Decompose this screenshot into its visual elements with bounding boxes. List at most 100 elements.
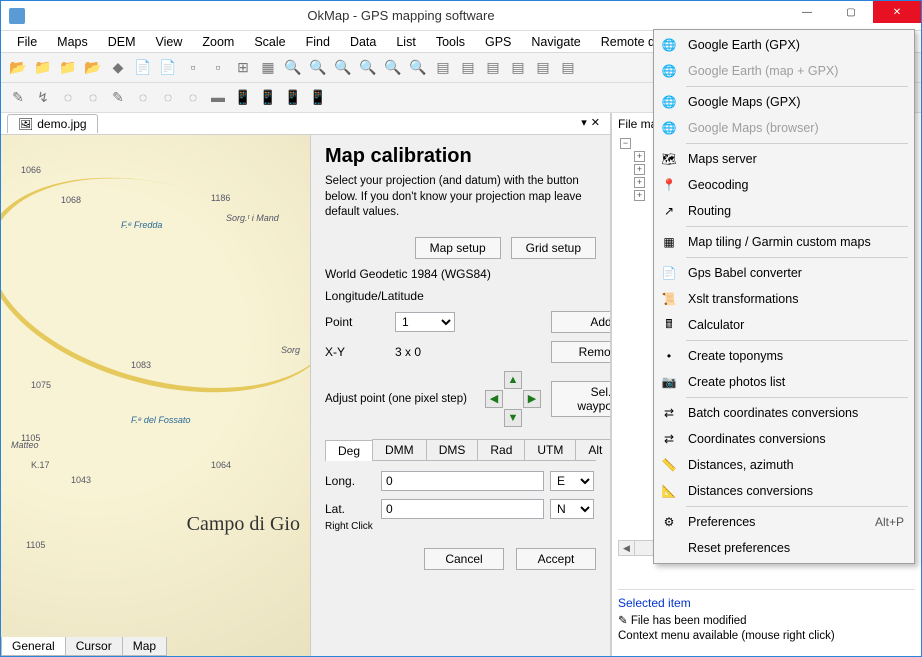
toolbar-icon[interactable]: 📱 — [232, 86, 254, 108]
utilities-item-coordinates-conversions[interactable]: ⇄Coordinates conversions — [656, 426, 912, 452]
toolbar-icon[interactable]: 🔍 — [382, 56, 404, 78]
accept-button[interactable]: Accept — [516, 548, 596, 570]
units-tab-dms[interactable]: DMS — [426, 439, 479, 460]
maximize-button[interactable]: ▢ — [829, 1, 873, 23]
toolbar-icon[interactable]: ▫ — [182, 56, 204, 78]
utilities-item-distances-conversions[interactable]: 📐Distances conversions — [656, 478, 912, 504]
tree-expand-icon[interactable]: + — [634, 164, 645, 175]
close-button[interactable]: ✕ — [873, 1, 921, 23]
toolbar-icon[interactable]: ▦ — [257, 56, 279, 78]
toolbar-icon[interactable]: ✎ — [107, 86, 129, 108]
menu-view[interactable]: View — [146, 33, 193, 51]
toolbar-icon[interactable]: ▬ — [207, 86, 229, 108]
utilities-item-xslt-transformations[interactable]: 📜Xslt transformations — [656, 286, 912, 312]
menu-dem[interactable]: DEM — [98, 33, 146, 51]
units-tab-utm[interactable]: UTM — [524, 439, 576, 460]
toolbar-icon[interactable]: ⊞ — [232, 56, 254, 78]
utilities-item-create-photos-list[interactable]: 📷Create photos list — [656, 369, 912, 395]
arrow-left-icon[interactable]: ◀ — [485, 390, 503, 408]
toolbar-icon[interactable]: 📱 — [282, 86, 304, 108]
arrow-up-icon[interactable]: ▲ — [504, 371, 522, 389]
menu-maps[interactable]: Maps — [47, 33, 98, 51]
menu-find[interactable]: Find — [296, 33, 340, 51]
utilities-item-batch-coordinates-conversions[interactable]: ⇄Batch coordinates conversions — [656, 400, 912, 426]
menu-tools[interactable]: Tools — [426, 33, 475, 51]
arrow-down-icon[interactable]: ▼ — [504, 409, 522, 427]
tree-expand-icon[interactable]: + — [634, 151, 645, 162]
toolbar-icon[interactable]: 🔍 — [307, 56, 329, 78]
toolbar-icon[interactable]: 📁 — [57, 56, 79, 78]
toolbar-icon[interactable]: ◌ — [82, 86, 104, 108]
menu-zoom[interactable]: Zoom — [192, 33, 244, 51]
utilities-item-reset-preferences[interactable]: Reset preferences — [656, 535, 912, 561]
bottom-tab-map[interactable]: Map — [122, 637, 167, 656]
menu-file[interactable]: File — [7, 33, 47, 51]
toolbar-icon[interactable]: ◌ — [157, 86, 179, 108]
toolbar-icon[interactable]: 📁 — [32, 56, 54, 78]
menu-list[interactable]: List — [386, 33, 425, 51]
toolbar-icon[interactable]: 📱 — [307, 86, 329, 108]
menu-gps[interactable]: GPS — [475, 33, 521, 51]
sel-waypoint-button[interactable]: Sel. waypoint — [551, 381, 610, 417]
grid-setup-button[interactable]: Grid setup — [511, 237, 596, 259]
bottom-tab-cursor[interactable]: Cursor — [65, 637, 123, 656]
toolbar-icon[interactable]: ◆ — [107, 56, 129, 78]
toolbar-icon[interactable]: 🔍 — [357, 56, 379, 78]
toolbar-icon[interactable]: ▤ — [532, 56, 554, 78]
lat-input[interactable] — [381, 499, 544, 519]
utilities-item-gps-babel-converter[interactable]: 📄Gps Babel converter — [656, 260, 912, 286]
toolbar-icon[interactable]: 🔍 — [407, 56, 429, 78]
utilities-item-create-toponyms[interactable]: •Create toponyms — [656, 343, 912, 369]
tree-collapse-icon[interactable]: − — [620, 138, 631, 149]
toolbar-icon[interactable]: ▤ — [557, 56, 579, 78]
units-tab-alt[interactable]: Alt — [575, 439, 610, 460]
toolbar-icon[interactable]: ▤ — [457, 56, 479, 78]
add-button[interactable]: Add — [551, 311, 610, 333]
toolbar-icon[interactable]: 🔍 — [332, 56, 354, 78]
map-setup-button[interactable]: Map setup — [415, 237, 501, 259]
point-select[interactable]: 1 — [395, 312, 455, 332]
utilities-item-routing[interactable]: ↗Routing — [656, 198, 912, 224]
utilities-item-geocoding[interactable]: 📍Geocoding — [656, 172, 912, 198]
toolbar-icon[interactable]: 📂 — [7, 56, 29, 78]
toolbar-icon[interactable]: 📄 — [132, 56, 154, 78]
utilities-item-preferences[interactable]: ⚙PreferencesAlt+P — [656, 509, 912, 535]
tree-expand-icon[interactable]: + — [634, 190, 645, 201]
menu-navigate[interactable]: Navigate — [521, 33, 590, 51]
tab-menu-icon[interactable]: ▾ — [581, 116, 587, 129]
toolbar-icon[interactable]: ◌ — [57, 86, 79, 108]
utilities-item-maps-server[interactable]: 🗺Maps server — [656, 146, 912, 172]
toolbar-icon[interactable]: ▤ — [432, 56, 454, 78]
map-canvas[interactable]: 1066 1068 1186 F.ᵉ Fredda Sorg.ᵗ i Mand … — [1, 135, 311, 656]
toolbar-icon[interactable]: 📱 — [257, 86, 279, 108]
tab-close-icon[interactable]: ✕ — [591, 116, 600, 129]
scroll-left-icon[interactable]: ◀ — [619, 541, 635, 555]
utilities-item-calculator[interactable]: 🖩Calculator — [656, 312, 912, 338]
toolbar-icon[interactable]: ◌ — [182, 86, 204, 108]
bottom-tab-general[interactable]: General — [1, 637, 66, 656]
utilities-item-map-tiling-garmin-custom-maps[interactable]: ▦Map tiling / Garmin custom maps — [656, 229, 912, 255]
long-dir-select[interactable]: E — [550, 471, 594, 491]
units-tab-rad[interactable]: Rad — [477, 439, 525, 460]
toolbar-icon[interactable]: ↯ — [32, 86, 54, 108]
toolbar-icon[interactable]: ◌ — [132, 86, 154, 108]
remove-button[interactable]: Remove — [551, 341, 610, 363]
document-tab[interactable]: 🖼 demo.jpg — [7, 114, 98, 133]
long-input[interactable] — [381, 471, 544, 491]
arrow-right-icon[interactable]: ▶ — [523, 390, 541, 408]
menu-data[interactable]: Data — [340, 33, 386, 51]
units-tab-dmm[interactable]: DMM — [372, 439, 427, 460]
cancel-button[interactable]: Cancel — [424, 548, 504, 570]
lat-dir-select[interactable]: N — [550, 499, 594, 519]
toolbar-icon[interactable]: 🔍 — [282, 56, 304, 78]
units-tab-deg[interactable]: Deg — [325, 440, 373, 461]
toolbar-icon[interactable]: ✎ — [7, 86, 29, 108]
toolbar-icon[interactable]: 📂 — [82, 56, 104, 78]
utilities-item-google-earth-gpx-[interactable]: 🌐Google Earth (GPX) — [656, 32, 912, 58]
minimize-button[interactable]: — — [785, 1, 829, 23]
utilities-item-distances-azimuth[interactable]: 📏Distances, azimuth — [656, 452, 912, 478]
toolbar-icon[interactable]: 📄 — [157, 56, 179, 78]
tree-expand-icon[interactable]: + — [634, 177, 645, 188]
toolbar-icon[interactable]: ▤ — [507, 56, 529, 78]
toolbar-icon[interactable]: ▤ — [482, 56, 504, 78]
